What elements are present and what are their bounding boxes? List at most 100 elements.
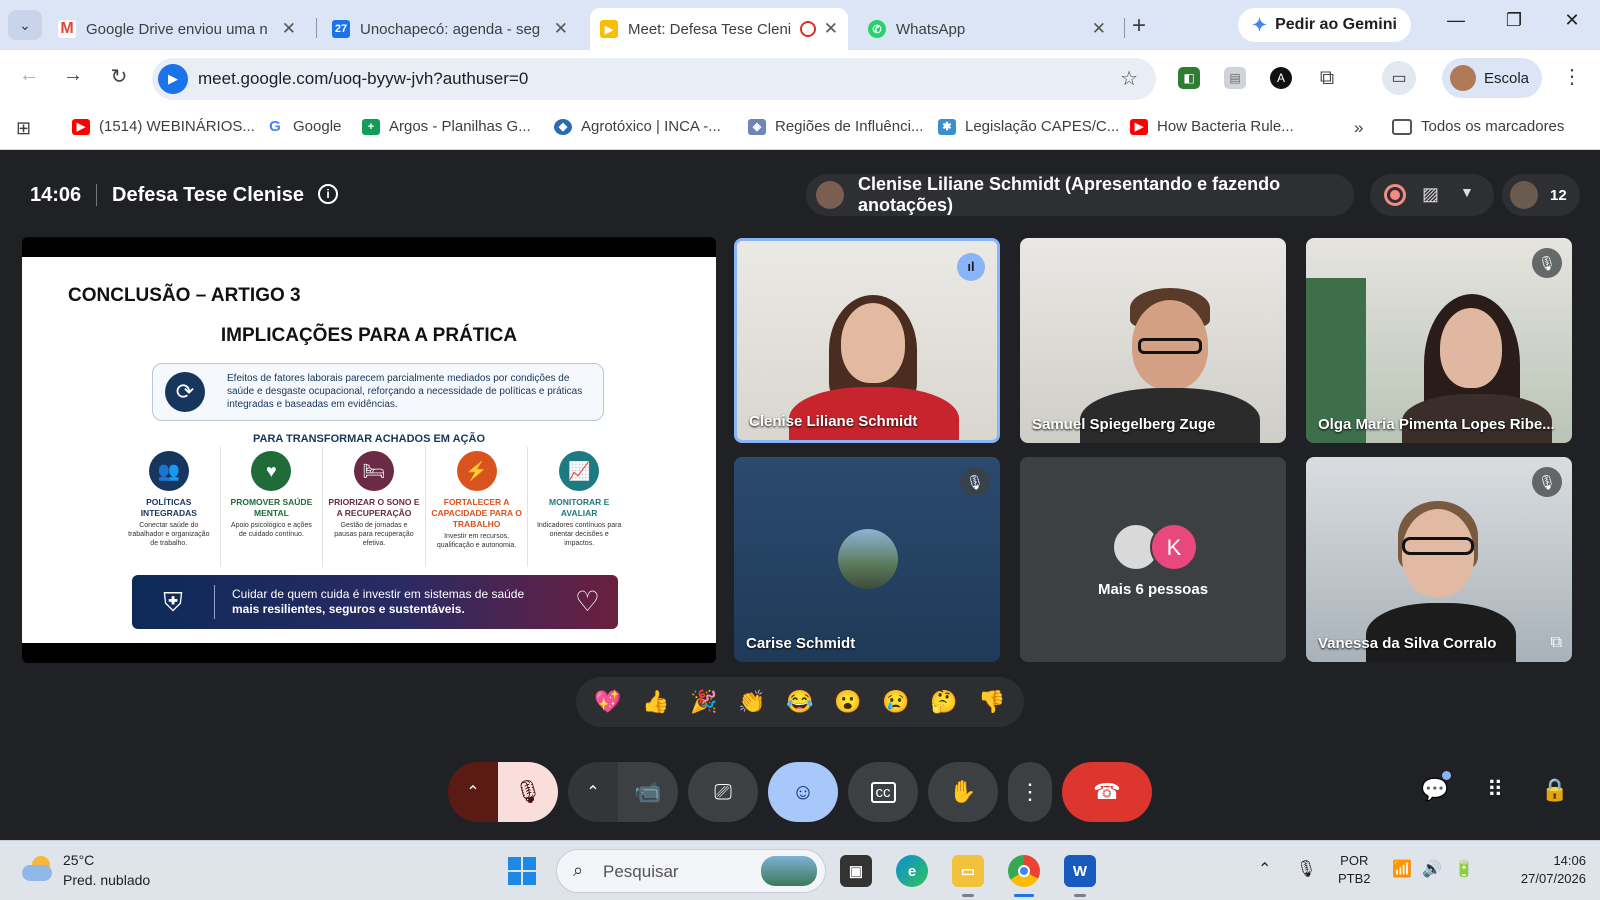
more-options-button[interactable]: ⋮ <box>1008 762 1052 822</box>
chevron-up-icon[interactable]: ⌃ <box>1258 859 1271 879</box>
mic-options-button[interactable]: ⌃ <box>448 762 498 822</box>
growth-chart-icon: 📈 <box>559 451 600 491</box>
bookmark-item[interactable]: ◆ Agrotóxico | INCA -... <box>554 118 721 135</box>
all-bookmarks-button[interactable]: Todos os marcadores <box>1392 118 1564 135</box>
weather-cloudy-icon[interactable] <box>22 856 54 882</box>
leave-call-button[interactable]: ☎ <box>1062 762 1152 822</box>
volume-icon[interactable]: 🔊 <box>1422 859 1442 879</box>
participant-tile[interactable]: 🎙 Vanessa da Silva Corralo ⧉ <box>1306 457 1572 662</box>
participant-tile[interactable]: ıl Clenise Liliane Schmidt <box>734 238 1000 443</box>
close-tab-icon[interactable]: ✕ <box>282 19 296 39</box>
reload-button[interactable]: ↻ <box>104 64 134 89</box>
bookmark-star-icon[interactable]: ☆ <box>1120 66 1138 91</box>
profile-button[interactable]: Escola <box>1442 58 1542 98</box>
heart-icon: ♥ <box>251 451 292 491</box>
apps-grid-icon[interactable]: ⊞ <box>16 118 31 139</box>
profile-label: Escola <box>1484 69 1530 87</box>
raise-hand-button[interactable]: ✋ <box>928 762 998 822</box>
reaction-clap[interactable]: 👏 <box>734 684 770 720</box>
reaction-thumbs-up[interactable]: 👍 <box>638 684 674 720</box>
meeting-title: Defesa Tese Clenise <box>112 184 304 206</box>
more-participants-tile[interactable]: K Mais 6 pessoas <box>1020 457 1286 662</box>
host-controls-icon[interactable]: 🔒 <box>1540 777 1570 803</box>
wifi-icon[interactable]: 📶 <box>1392 859 1412 879</box>
clock-date: 27/07/2026 <box>1520 871 1586 886</box>
close-tab-icon[interactable]: ✕ <box>824 19 838 39</box>
captions-button[interactable]: cc <box>848 762 918 822</box>
bookmark-item[interactable]: ▶ (1514) WEBINÁRIOS... <box>72 118 255 135</box>
chat-icon[interactable]: 💬 <box>1420 777 1450 803</box>
task-view-icon[interactable]: ▣ <box>840 855 872 887</box>
forward-button[interactable]: → <box>58 64 88 87</box>
bookmark-item[interactable]: G Google <box>266 118 341 135</box>
bookmark-item[interactable]: ◈ Regiões de Influênci... <box>748 118 923 135</box>
weather-condition: Pred. nublado <box>63 872 151 888</box>
reaction-sparkling-heart[interactable]: 💖 <box>590 684 626 720</box>
close-tab-icon[interactable]: ✕ <box>1092 19 1106 39</box>
minimize-button[interactable]: — <box>1436 10 1476 31</box>
cast-icon[interactable]: ▭ <box>1382 61 1416 95</box>
extension-icon[interactable]: A <box>1270 67 1292 89</box>
weather-temperature: 25°C <box>63 852 95 868</box>
participant-tile[interactable]: 🎙 Carise Schmidt <box>734 457 1000 662</box>
bookmark-label: Agrotóxico | INCA -... <box>581 118 721 135</box>
taskbar-search[interactable]: ⌕ Pesquisar <box>556 849 826 893</box>
pin-icon[interactable]: ⧉ <box>1551 634 1562 652</box>
present-screen-button[interactable]: ⎚ <box>688 762 758 822</box>
participants-button[interactable]: 12 <box>1502 174 1580 216</box>
system-clock[interactable]: 14:06 27/07/2026 <box>1508 852 1586 888</box>
presenter-indicator[interactable]: Clenise Liliane Schmidt (Apresentando e … <box>806 174 1354 216</box>
emoji-icon: ☺ <box>791 779 815 804</box>
tab-title: Google Drive enviou uma n <box>86 20 268 38</box>
camera-options-button[interactable]: ⌃ <box>568 762 618 822</box>
back-button[interactable]: ← <box>14 64 44 87</box>
extensions-puzzle-icon[interactable]: ⧉ <box>1316 67 1338 89</box>
gemini-button[interactable]: ✦ Pedir ao Gemini <box>1238 8 1411 42</box>
edge-icon[interactable]: e <box>896 855 928 887</box>
site-info-icon[interactable]: ▶ <box>158 64 188 94</box>
chrome-icon[interactable] <box>1008 855 1040 887</box>
reaction-laugh[interactable]: 😂 <box>782 684 818 720</box>
reaction-thinking[interactable]: 🤔 <box>926 684 962 720</box>
word-icon[interactable]: W <box>1064 855 1096 887</box>
battery-icon[interactable]: 🔋 <box>1454 859 1474 879</box>
reaction-party[interactable]: 🎉 <box>686 684 722 720</box>
reaction-surprised[interactable]: 😮 <box>830 684 866 720</box>
tab-gmail[interactable]: M Google Drive enviou uma n ✕ <box>48 8 306 50</box>
tab-meet[interactable]: ▶ Meet: Defesa Tese Cleni ✕ <box>590 8 848 50</box>
new-tab-button[interactable]: + <box>1132 12 1146 40</box>
more-bookmarks-chevron-icon[interactable]: » <box>1354 118 1363 138</box>
recording-controls[interactable]: ▨ ▼ <box>1370 174 1494 216</box>
microphone-icon[interactable]: 🎙 <box>1296 859 1316 879</box>
close-tab-icon[interactable]: ✕ <box>554 19 568 39</box>
reaction-thumbs-down[interactable]: 👎 <box>974 684 1010 720</box>
tab-whatsapp[interactable]: ✆ WhatsApp ✕ <box>858 8 1116 50</box>
file-explorer-icon[interactable]: ▭ <box>952 855 984 887</box>
close-window-button[interactable]: ✕ <box>1552 10 1592 31</box>
chrome-menu-icon[interactable]: ⋮ <box>1562 64 1582 89</box>
browser-tab-strip: ⌄ M Google Drive enviou uma n ✕ 27 Unoch… <box>0 0 1600 50</box>
camera-toggle-button[interactable]: 📹 <box>618 762 678 822</box>
reaction-sad[interactable]: 😢 <box>878 684 914 720</box>
mic-toggle-button[interactable]: 🎙 <box>498 762 558 822</box>
reactions-button[interactable]: ☺ <box>768 762 838 822</box>
bookmark-item[interactable]: + Argos - Planilhas G... <box>362 118 531 135</box>
tab-calendar[interactable]: 27 Unochapecó: agenda - seg ✕ <box>322 8 578 50</box>
extension-icon[interactable]: ▤ <box>1224 67 1246 89</box>
bookmark-item[interactable]: ✱ Legislação CAPES/C... <box>938 118 1119 135</box>
participant-tile[interactable]: Samuel Spiegelberg Zuge <box>1020 238 1286 443</box>
language-indicator[interactable]: POR PTB2 <box>1338 852 1371 888</box>
bookmark-label: (1514) WEBINÁRIOS... <box>99 118 255 135</box>
hand-heart-icon: ♡ <box>574 586 600 617</box>
windows-start-icon[interactable] <box>508 857 536 885</box>
chevron-down-icon[interactable]: ▼ <box>1460 184 1474 200</box>
tab-search-button[interactable]: ⌄ <box>8 10 42 40</box>
activities-grid-icon[interactable]: ⠿ <box>1480 777 1510 803</box>
address-bar[interactable]: ▶ meet.google.com/uoq-byyw-jvh?authuser=… <box>152 58 1156 100</box>
bookmark-item[interactable]: ▶ How Bacteria Rule... <box>1130 118 1294 135</box>
participant-tile[interactable]: 🎙 Olga Maria Pimenta Lopes Ribe... <box>1306 238 1572 443</box>
extension-icon[interactable]: ◧ <box>1178 67 1200 89</box>
restore-button[interactable]: ❐ <box>1494 10 1534 31</box>
meeting-info-icon[interactable]: i <box>318 184 338 204</box>
youtube-icon: ▶ <box>72 118 90 135</box>
